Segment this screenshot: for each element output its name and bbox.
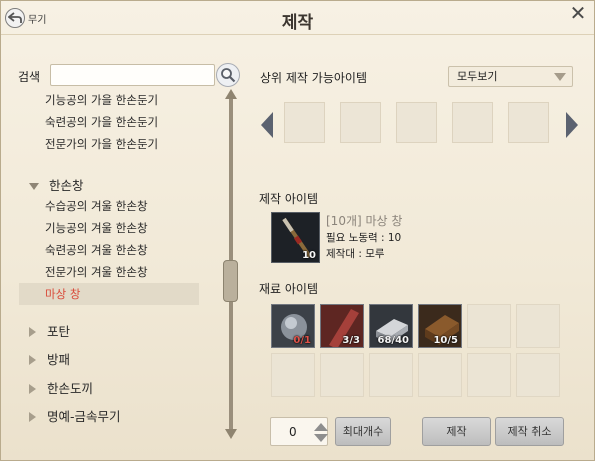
prev-arrow-icon[interactable] [261, 112, 273, 138]
tree-item[interactable]: 기능공의 겨울 한손창 [19, 217, 199, 239]
workbench: 제작대 : 모루 [326, 248, 385, 260]
upper-item-slot[interactable] [396, 102, 437, 143]
material-slot[interactable]: 10/5 [418, 304, 462, 348]
tree-item[interactable]: 전문가의 가을 한손둔기 [19, 133, 199, 155]
title-bar: 무기 제작 ✕ [1, 1, 594, 35]
material-slot[interactable]: 68/40 [369, 304, 413, 348]
cancel-craft-button[interactable]: 제작 취소 [495, 417, 564, 446]
material-slot[interactable]: 3/3 [320, 304, 364, 348]
tree-item[interactable]: 기능공의 가을 한손둔기 [19, 91, 199, 111]
scrollbar-thumb[interactable] [223, 260, 238, 302]
filter-value: 모두보기 [457, 70, 498, 83]
material-slot-empty [516, 304, 560, 348]
search-label: 검색 [18, 70, 41, 84]
material-slot-empty [369, 353, 413, 397]
material-slot-empty [467, 304, 511, 348]
collapsed-arrow-icon [29, 412, 36, 422]
scroll-down-arrow-icon[interactable] [225, 429, 237, 439]
max-quantity-button[interactable]: 최대개수 [335, 417, 391, 446]
search-input[interactable] [50, 64, 215, 86]
collapsed-arrow-icon [29, 384, 36, 394]
collapsed-arrow-icon [29, 327, 36, 337]
craft-button[interactable]: 제작 [422, 417, 491, 446]
quantity-value[interactable]: 0 [289, 425, 297, 439]
filter-dropdown[interactable]: 모두보기 [448, 66, 573, 87]
close-icon[interactable]: ✕ [568, 3, 588, 23]
collapsed-arrow-icon [29, 355, 36, 365]
recipe-tree: 기능공의 가을 한손둔기 숙련공의 가을 한손둔기 전문가의 가을 한손둔기 한… [19, 91, 223, 436]
materials-title: 재료 아이템 [259, 282, 319, 296]
tree-category-shield[interactable]: 방패 [19, 349, 70, 371]
craft-item-slot[interactable]: 10 [271, 212, 320, 263]
material-slot-empty [516, 353, 560, 397]
craft-item-title: 제작 아이템 [259, 192, 319, 206]
tree-item-selected[interactable]: 마상 창 [19, 283, 199, 305]
upper-item-slot[interactable] [284, 102, 325, 143]
tree-item[interactable]: 전문가의 겨울 한손창 [19, 261, 199, 283]
tree-item[interactable]: 수습공의 겨울 한손창 [19, 195, 199, 217]
material-slot-empty [320, 353, 364, 397]
category-label: 방패 [47, 352, 71, 367]
material-count: 3/3 [342, 335, 360, 346]
craft-item-name: [10개] 마상 창 [326, 214, 403, 228]
tree-category-one-hand-axe[interactable]: 한손도끼 [19, 378, 93, 400]
expanded-arrow-icon [29, 182, 39, 190]
material-slot-empty [418, 353, 462, 397]
increment-arrow-icon[interactable] [314, 423, 328, 431]
labor-required: 필요 노동력 : 10 [326, 232, 402, 244]
craft-item-info: [10개] 마상 창 필요 노동력 : 10 제작대 : 모루 [326, 212, 402, 262]
scroll-up-arrow-icon[interactable] [225, 89, 237, 99]
upper-item-slot[interactable] [452, 102, 493, 143]
category-label: 명예-금속무기 [47, 409, 121, 424]
material-slot-empty [271, 353, 315, 397]
crafting-window: 무기 제작 ✕ 검색 기능공의 가을 한손둔기 숙련공의 가을 한손둔기 전문가… [0, 0, 595, 461]
window-title: 제작 [281, 13, 314, 33]
category-label: 한손창 [49, 178, 84, 193]
tree-item[interactable]: 숙련공의 겨울 한손창 [19, 239, 199, 261]
tree-category-honor-metal[interactable]: 명예-금속무기 [19, 406, 121, 428]
decrement-arrow-icon[interactable] [314, 434, 328, 442]
material-count: 68/40 [377, 335, 409, 346]
upper-item-slot[interactable] [508, 102, 549, 143]
material-slot[interactable]: 0/1 [271, 304, 315, 348]
upper-section-title: 상위 제작 가능아이템 [260, 71, 367, 85]
search-button[interactable] [216, 63, 240, 87]
tree-category-one-hand-spear[interactable]: 한손창 [19, 175, 84, 197]
search-icon [221, 68, 236, 83]
quantity-stepper[interactable]: 0 [270, 417, 328, 446]
tree-category-cannonball[interactable]: 포탄 [19, 321, 70, 343]
upper-item-slot[interactable] [340, 102, 381, 143]
tree-item[interactable]: 숙련공의 가을 한손둔기 [19, 111, 199, 133]
craft-item-count: 10 [302, 250, 316, 261]
category-label: 한손도끼 [47, 381, 94, 396]
material-count: 0/1 [293, 335, 311, 346]
next-arrow-icon[interactable] [566, 112, 578, 138]
category-label: 포탄 [47, 324, 71, 339]
dropdown-caret-icon [554, 73, 566, 81]
material-count: 10/5 [433, 335, 458, 346]
material-slot-empty [467, 353, 511, 397]
